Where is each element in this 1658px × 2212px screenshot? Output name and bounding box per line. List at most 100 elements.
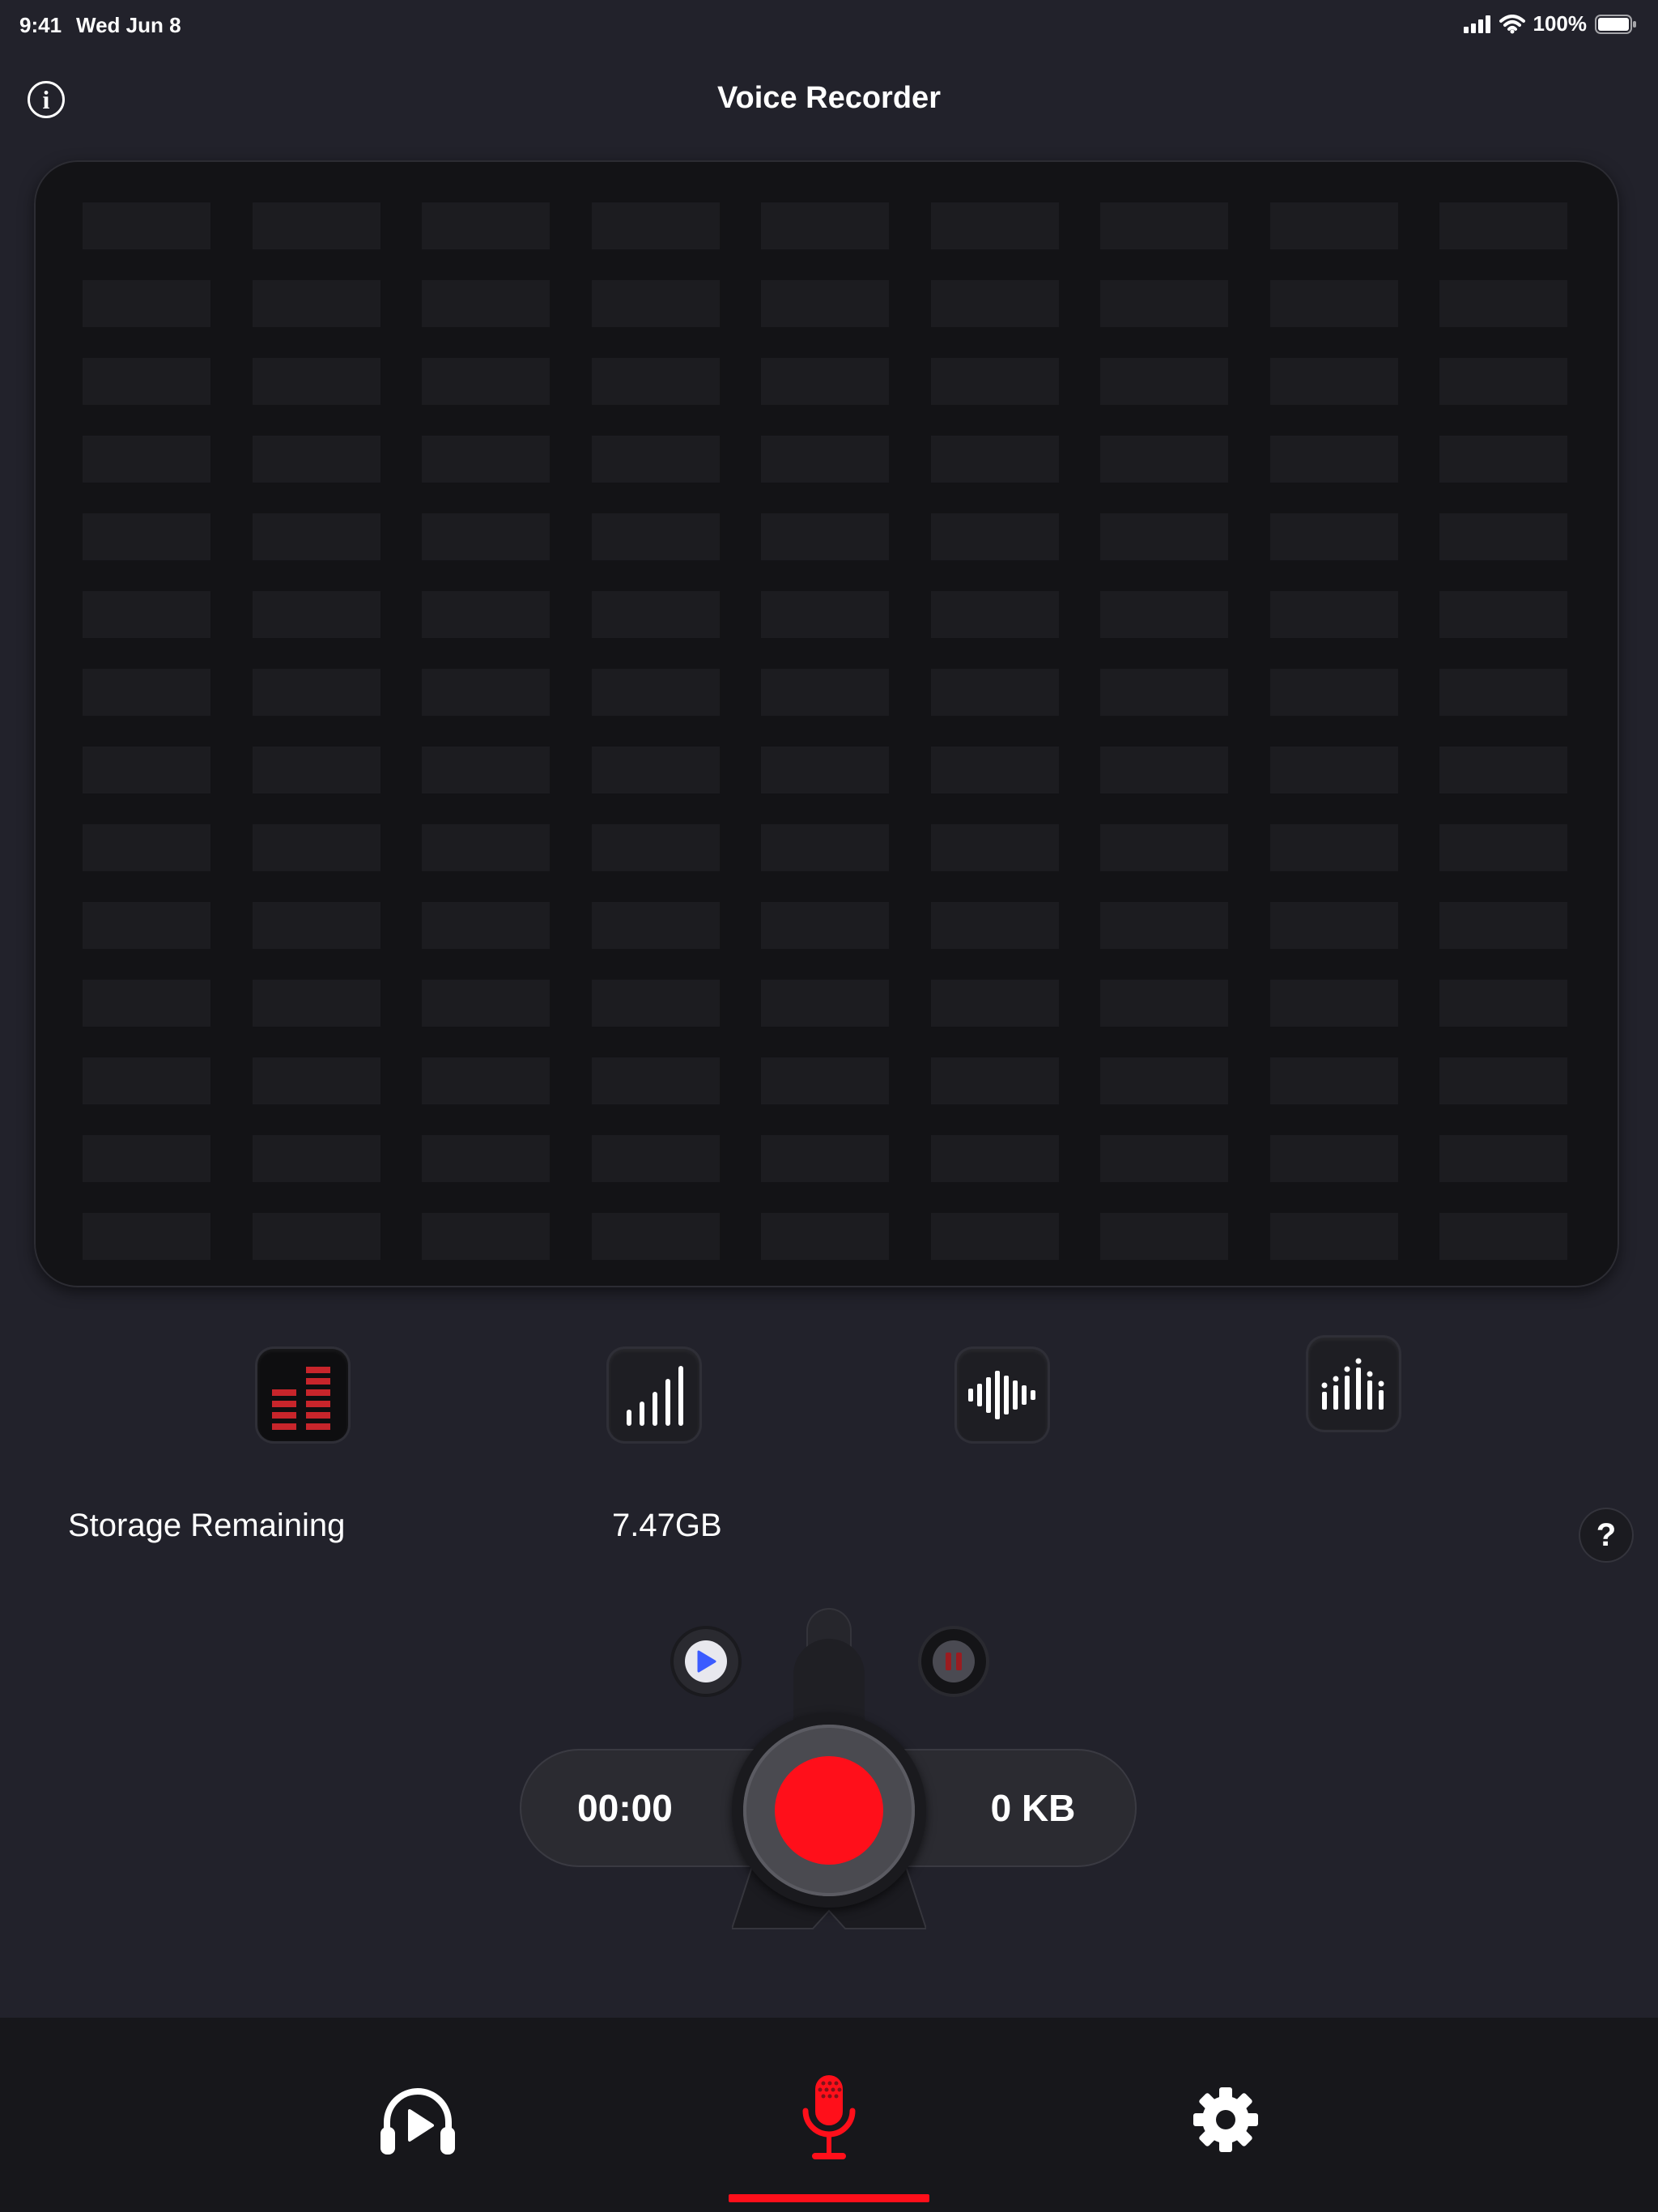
meter-cell — [252, 280, 380, 327]
meter-cell — [422, 358, 550, 405]
meter-cell — [1439, 1057, 1567, 1104]
meter-cell — [1269, 513, 1398, 560]
meter-cell — [761, 902, 889, 949]
headphones-play-icon — [380, 2088, 455, 2155]
page-title: Voice Recorder — [717, 81, 941, 115]
meter-cell — [930, 1057, 1059, 1104]
meter-cell — [1269, 747, 1398, 793]
storage-remaining-value: 7.47GB — [612, 1508, 722, 1543]
meter-cell — [83, 202, 210, 249]
meter-cell — [252, 591, 380, 638]
meter-cell — [930, 1135, 1059, 1182]
meter-cell — [1439, 1213, 1567, 1260]
file-size: 0 KB — [990, 1787, 1076, 1829]
meter-cell — [761, 280, 889, 327]
meter-cell — [1439, 591, 1567, 638]
status-bar: 9:41 Wed Jun 8 100% — [0, 0, 1658, 50]
meter-cell — [1269, 202, 1398, 249]
status-date: Wed Jun 8 — [76, 13, 181, 37]
meter-cell — [930, 202, 1059, 249]
meter-cell — [1100, 902, 1228, 949]
tab-record[interactable] — [780, 2069, 878, 2167]
meter-cell — [1269, 436, 1398, 483]
pause-button[interactable] — [921, 1629, 986, 1694]
meter-cell — [591, 1135, 720, 1182]
meter-cell — [83, 1135, 210, 1182]
meter-cell — [1100, 669, 1228, 716]
meter-cell — [1269, 669, 1398, 716]
elapsed-time-display: 00:00 — [520, 1749, 763, 1867]
meter-cell — [591, 669, 720, 716]
meter-cell — [761, 980, 889, 1027]
meter-cell — [252, 1135, 380, 1182]
meter-cell — [252, 358, 380, 405]
meter-cell — [422, 1135, 550, 1182]
record-icon — [775, 1756, 883, 1865]
mode-signal-bars-button[interactable] — [609, 1349, 699, 1441]
meter-cell — [83, 1057, 210, 1104]
record-button[interactable] — [732, 1713, 926, 1908]
meter-cell — [591, 902, 720, 949]
meter-cell — [930, 980, 1059, 1027]
pause-icon — [946, 1653, 962, 1670]
meter-cell — [252, 202, 380, 249]
tab-playback[interactable] — [369, 2073, 466, 2170]
meter-cell — [930, 280, 1059, 327]
meter-cell — [761, 436, 889, 483]
meter-cell — [761, 513, 889, 560]
meter-cell — [1439, 1135, 1567, 1182]
meter-cell — [83, 747, 210, 793]
wifi-icon — [1499, 14, 1525, 33]
meter-cell — [83, 902, 210, 949]
meter-cell — [422, 202, 550, 249]
meter-cell — [422, 824, 550, 871]
meter-cell — [591, 591, 720, 638]
meter-cell — [591, 358, 720, 405]
meter-cell — [422, 591, 550, 638]
tab-settings[interactable] — [1177, 2071, 1274, 2168]
battery-percent: 100% — [1533, 11, 1588, 36]
meter-cell — [252, 1213, 380, 1260]
meter-cell — [1439, 202, 1567, 249]
meter-cell — [1439, 280, 1567, 327]
meter-cell — [591, 280, 720, 327]
meter-cell — [1269, 1213, 1398, 1260]
meter-cell — [1269, 591, 1398, 638]
play-button[interactable] — [674, 1629, 738, 1694]
meter-cell — [761, 1057, 889, 1104]
signal-bars-icon — [627, 1366, 683, 1426]
meter-cell — [83, 280, 210, 327]
meter-cell — [930, 436, 1059, 483]
meter-cell — [83, 591, 210, 638]
mode-led-bars-button[interactable] — [257, 1349, 348, 1441]
meter-cell — [1100, 980, 1228, 1027]
meter-cell — [591, 747, 720, 793]
meter-cell — [761, 358, 889, 405]
meter-cell — [591, 202, 720, 249]
meter-cell — [1100, 1057, 1228, 1104]
meter-cell — [252, 902, 380, 949]
level-meter-panel — [34, 160, 1619, 1287]
meter-cell — [1269, 902, 1398, 949]
status-indicators: 100% — [1463, 11, 1638, 36]
mode-waveform-button[interactable] — [957, 1349, 1048, 1441]
meter-cell — [422, 513, 550, 560]
meter-cell — [761, 1135, 889, 1182]
play-button-face — [685, 1640, 727, 1682]
meter-cell — [83, 1213, 210, 1260]
meter-cell — [1269, 1057, 1398, 1104]
meter-cell — [930, 513, 1059, 560]
elapsed-time: 00:00 — [577, 1787, 673, 1829]
meter-cell — [591, 513, 720, 560]
record-button-ring — [743, 1725, 915, 1896]
pause-button-face — [933, 1640, 975, 1682]
meter-cell — [422, 1057, 550, 1104]
storage-remaining-label: Storage Remaining — [68, 1508, 346, 1543]
help-button[interactable]: ? — [1580, 1509, 1632, 1561]
meter-cell — [252, 436, 380, 483]
mode-dot-bars-button[interactable] — [1308, 1338, 1399, 1430]
meter-cell — [252, 669, 380, 716]
meter-cell — [930, 591, 1059, 638]
meter-cell — [83, 824, 210, 871]
meter-cell — [1100, 202, 1228, 249]
